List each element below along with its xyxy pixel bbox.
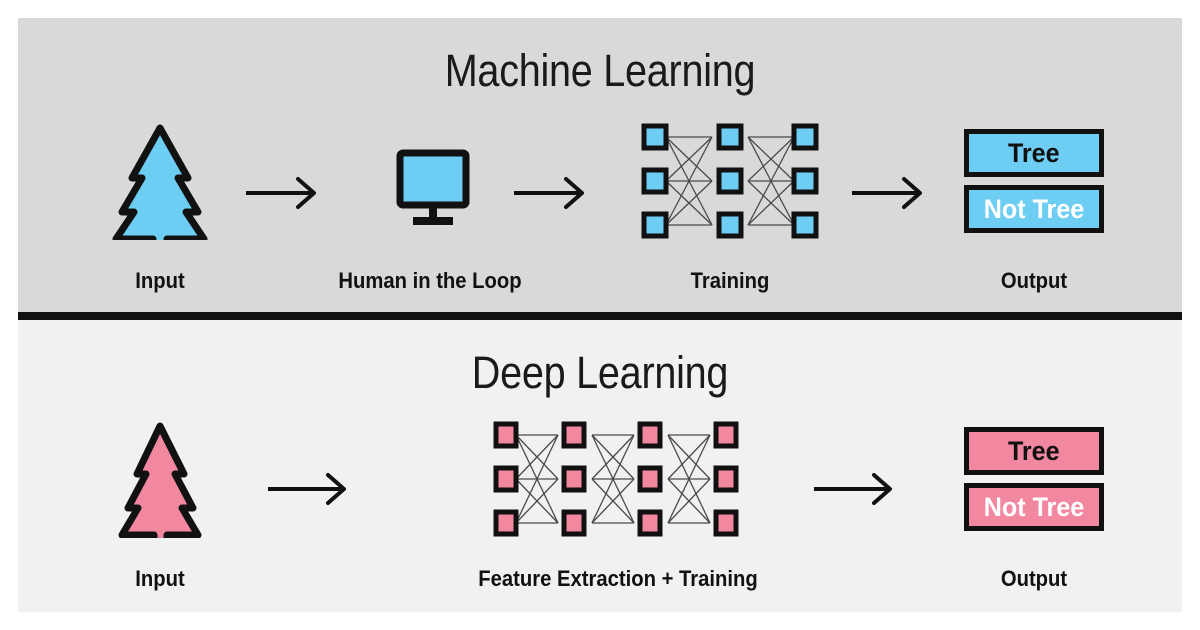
- stage-dl-output: Tree Not Tree Output: [930, 420, 1138, 600]
- stage-label-ml-input: Input: [135, 268, 185, 293]
- stage-ml-input: Input: [70, 122, 250, 302]
- stage-ml-human-in-the-loop: Human in the Loop: [322, 122, 538, 302]
- output-box-ml-tree: Tree: [964, 129, 1104, 177]
- output-box-dl-not-tree-label: Not Tree: [983, 491, 1085, 522]
- output-box-dl-not-tree: Not Tree: [964, 483, 1104, 531]
- output-boxes-dl: Tree Not Tree: [930, 420, 1138, 538]
- output-box-dl-tree: Tree: [964, 427, 1104, 475]
- arrow-icon-dl-2: [812, 472, 896, 511]
- output-box-ml-tree-label: Tree: [1008, 137, 1060, 168]
- stage-dl-feature-extraction-training: Feature Extraction + Training: [368, 420, 868, 600]
- stage-label-dl-output: Output: [1000, 566, 1068, 591]
- stage-ml-training: Training: [596, 122, 864, 302]
- stage-dl-input: Input: [70, 420, 250, 600]
- section-machine-learning: Machine Learning Input Human in the Loop…: [18, 18, 1182, 312]
- stage-label-ml-training: Training: [690, 268, 770, 293]
- output-box-dl-tree-label: Tree: [1008, 435, 1060, 466]
- output-box-ml-not-tree-label: Not Tree: [983, 193, 1085, 224]
- section-deep-learning: Deep Learning Input Feature Extraction +…: [18, 320, 1182, 612]
- output-box-ml-not-tree: Not Tree: [964, 185, 1104, 233]
- stage-label-ml-output: Output: [1000, 268, 1068, 293]
- monitor-icon: [322, 122, 538, 240]
- output-boxes-ml: Tree Not Tree: [930, 122, 1138, 240]
- arrow-icon-dl-1: [266, 472, 350, 511]
- arrow-icon-ml-1: [244, 176, 320, 215]
- tree-icon: [70, 420, 250, 538]
- stage-label-dl-input: Input: [135, 566, 185, 591]
- section-title-deep-learning: Deep Learning: [471, 347, 729, 398]
- arrow-icon-ml-2: [512, 176, 588, 215]
- arrow-icon-ml-3: [850, 176, 926, 215]
- neural-network-dl: [368, 420, 868, 538]
- diagram-canvas: Machine Learning Input Human in the Loop…: [18, 18, 1182, 612]
- stage-label-dl-feature-extraction-training: Feature Extraction + Training: [478, 566, 758, 591]
- tree-icon: [70, 122, 250, 240]
- neural-network-ml: [596, 122, 864, 240]
- section-title-machine-learning: Machine Learning: [444, 45, 756, 96]
- stage-label-ml-human-in-the-loop: Human in the Loop: [338, 268, 522, 293]
- section-divider: [18, 312, 1182, 320]
- stage-ml-output: Tree Not Tree Output: [930, 122, 1138, 302]
